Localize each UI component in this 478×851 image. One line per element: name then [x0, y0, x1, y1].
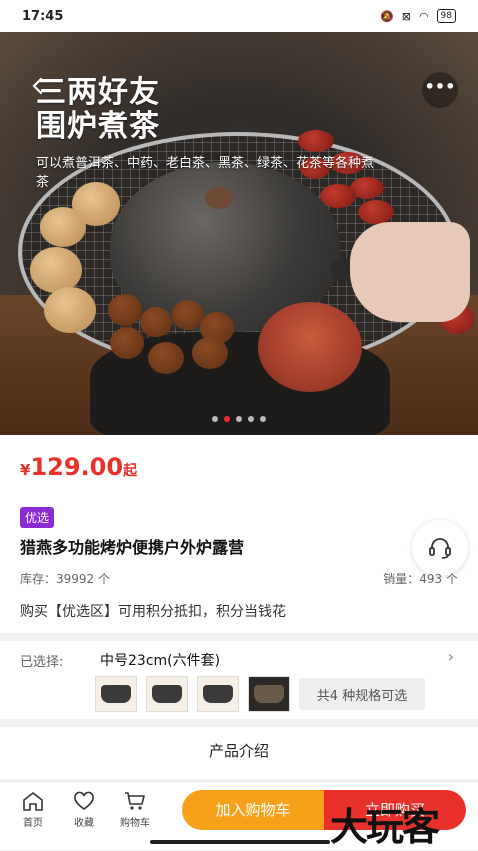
hero-persimmon [258, 302, 362, 392]
nav-favorite[interactable]: 收藏 [61, 790, 107, 829]
home-icon [23, 792, 43, 811]
hero-chestnut [108, 294, 142, 326]
hero-jujube [298, 130, 334, 152]
nav-favorite-label: 收藏 [74, 818, 94, 829]
price-suffix: 起 [123, 463, 138, 479]
battery-icon: 98 [436, 9, 456, 23]
price-currency: ¥ [20, 461, 31, 479]
nav-cart-label: 购物车 [120, 818, 150, 829]
hero-hand [350, 222, 470, 322]
premium-tag: 优选 [20, 507, 55, 528]
status-time: 17:45 [22, 8, 64, 24]
chevron-right-icon: › [447, 647, 454, 666]
product-title: 猎燕多功能烤炉便携户外炉露营 [20, 538, 245, 557]
hero-title-line2: 围炉煮茶 [36, 109, 160, 144]
watermark: 大玩客 [330, 804, 440, 849]
nav-home[interactable]: 首页 [10, 790, 56, 829]
carousel-dot[interactable] [248, 416, 254, 422]
sim-icon: ⊠ [401, 9, 411, 23]
back-button[interactable] [28, 76, 52, 100]
hero-chestnut [140, 307, 172, 337]
spec-thumbnail[interactable] [146, 676, 188, 712]
spec-thumbnail-image [203, 685, 233, 703]
nav-cart[interactable]: 购物车 [112, 790, 158, 829]
status-bar: 17:45 🔕 ⊠ ◠ 98 [0, 0, 478, 32]
hero-title-line1: 三两好友 [36, 75, 160, 110]
spec-thumbnails: 共4 种规格可选 [95, 676, 425, 712]
spec-thumbnail-image [101, 685, 131, 703]
carousel-dot[interactable] [260, 416, 266, 422]
hero-subtitle: 可以煮普洱茶、中药、老白茶、黑茶、绿茶、花茶等各种煮茶 [36, 156, 375, 190]
chevron-left-icon [32, 77, 43, 95]
hero-chestnut [110, 327, 144, 359]
nav-home-label: 首页 [23, 818, 43, 829]
more-button[interactable]: ••• [422, 72, 458, 108]
status-icons: 🔕 ⊠ ◠ 98 [380, 9, 456, 23]
hero-chestnut [148, 342, 184, 374]
spec-thumbnail[interactable] [95, 676, 137, 712]
home-indicator[interactable] [150, 840, 330, 844]
more-dots-icon: ••• [424, 77, 456, 96]
add-to-cart-button[interactable]: 加入购物车 [182, 790, 324, 830]
hero-jujube [358, 200, 394, 224]
points-note: 购买【优选区】可用积分抵扣，积分当钱花 [20, 604, 286, 620]
customer-service-button[interactable] [412, 520, 468, 576]
hero-walnut [30, 247, 82, 293]
spec-selector[interactable]: 已选择: 中号23cm(六件套) › 共4 种规格可选 [0, 641, 478, 719]
product-price: ¥129.00起 [20, 453, 137, 481]
hero-title: 三两好友 围炉煮茶 [36, 76, 160, 144]
stock-count: 库存：39992 个 [20, 572, 110, 586]
carousel-dot[interactable] [212, 416, 218, 422]
spec-thumbnail[interactable] [197, 676, 239, 712]
price-value: 129.00 [30, 453, 124, 481]
spec-selected-value: 中号23cm(六件套) [100, 653, 221, 669]
product-image-carousel[interactable]: 三两好友 围炉煮茶 可以煮普洱茶、中药、老白茶、黑茶、绿茶、花茶等各种煮茶 ••… [0, 32, 478, 435]
cart-icon [125, 792, 145, 810]
sales-count: 销量：493 个 [383, 572, 458, 586]
product-info-card: ¥129.00起 优选 猎燕多功能烤炉便携户外炉露营 库存：39992 个 销量… [0, 435, 478, 633]
spec-count-button[interactable]: 共4 种规格可选 [299, 678, 425, 710]
hero-chestnut [192, 337, 228, 369]
carousel-dot[interactable] [236, 416, 242, 422]
customer-service-icon [429, 538, 451, 559]
carousel-indicator [0, 416, 478, 422]
hero-walnut [44, 287, 96, 333]
spec-label: 已选择: [20, 655, 64, 670]
wifi-icon: ◠ [418, 9, 429, 23]
spec-thumbnail-image [152, 685, 182, 703]
mute-icon: 🔕 [380, 9, 394, 23]
product-intro-header[interactable]: 产品介绍 [0, 727, 478, 779]
carousel-dot[interactable] [224, 416, 230, 422]
spec-thumbnail-image [254, 685, 284, 703]
spec-thumbnail[interactable] [248, 676, 290, 712]
heart-icon [74, 791, 94, 810]
